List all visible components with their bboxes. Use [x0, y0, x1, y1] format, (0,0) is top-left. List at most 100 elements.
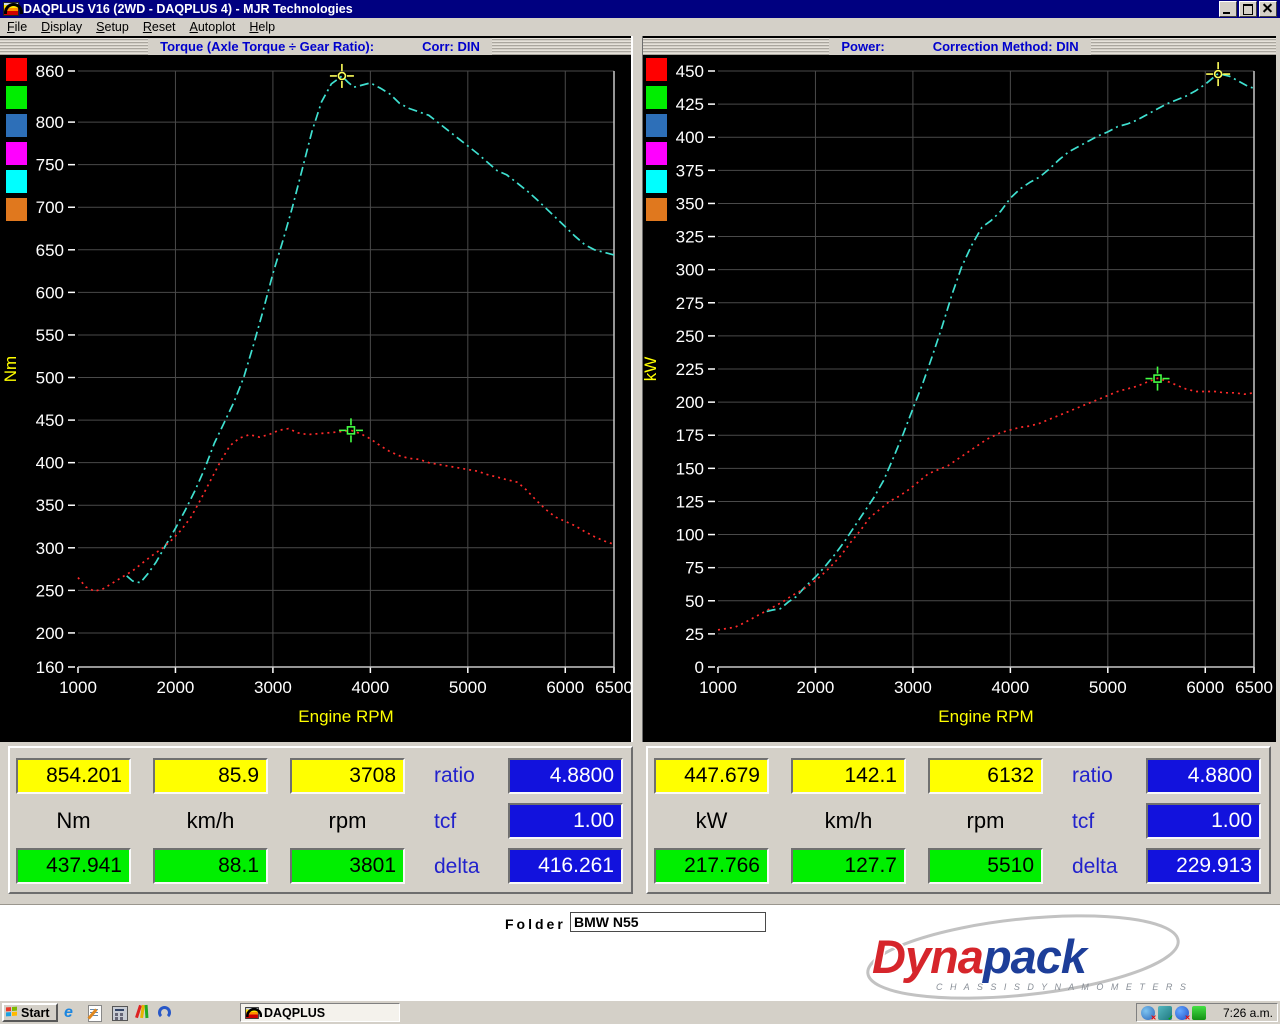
legend-swatch-5: [6, 198, 27, 221]
y-tick-label: 350: [36, 496, 64, 515]
taskbar: Start e DAQPLUS ✕ ✓ ✕ 7:26 a.m.: [0, 1000, 1280, 1024]
torque-chart-panel: 8608007507006506005505004504003503002502…: [0, 36, 640, 742]
menu-autoplot[interactable]: Autoplot: [183, 19, 243, 35]
menu-reset[interactable]: Reset: [136, 19, 183, 35]
torque-readout-panel: 854.201 85.9 3708 Nm km/h rpm 437.941 88…: [8, 746, 633, 894]
y-tick-label: 175: [676, 426, 704, 445]
peak-speed-value: 142.1: [791, 758, 906, 794]
x-tick-label: 6000: [546, 678, 584, 697]
y-tick-label: 160: [36, 658, 64, 677]
updates-icon[interactable]: ✓: [1158, 1006, 1172, 1020]
internet-explorer-icon[interactable]: e: [64, 1004, 81, 1021]
logo-word2: pack: [981, 930, 1090, 983]
y-tick-label: 125: [676, 492, 704, 511]
tcf-label: tcf: [1072, 810, 1094, 834]
y-tick-label: 300: [36, 539, 64, 558]
readout-region: 854.201 85.9 3708 Nm km/h rpm 437.941 88…: [0, 742, 1280, 904]
logo-subtitle: C H A S S I S D Y N A M O M E T E R S: [936, 982, 1188, 992]
x-tick-label: 2000: [157, 678, 195, 697]
menu-file[interactable]: File: [0, 19, 34, 35]
ratio-value: 4.8800: [1146, 758, 1261, 794]
y-tick-label: 250: [676, 327, 704, 346]
x-tick-label: 4000: [351, 678, 389, 697]
cursor-speed-value: 127.7: [791, 848, 906, 884]
tcf-value: 1.00: [1146, 803, 1261, 839]
messenger-icon[interactable]: ✕: [1175, 1006, 1189, 1020]
x-tick-label: 6500: [1235, 678, 1273, 697]
y-tick-label: 750: [36, 156, 64, 175]
network-adapter-icon[interactable]: [1192, 1006, 1206, 1020]
legend-swatch-1: [6, 86, 27, 109]
power-unit-label: kW: [654, 808, 769, 842]
sync-icon[interactable]: [158, 1006, 175, 1023]
x-tick-label: 5000: [1089, 678, 1127, 697]
x-tick-label: 3000: [254, 678, 292, 697]
y-tick-label: 800: [36, 113, 64, 132]
x-tick-label: 6000: [1186, 678, 1224, 697]
peak-rpm-value: 3708: [290, 758, 405, 794]
menu-display[interactable]: Display: [34, 19, 89, 35]
daqplus-icon: [245, 1007, 259, 1019]
y-tick-label: 500: [36, 369, 64, 388]
menu-bar: File Display Setup Reset Autoplot Help: [0, 18, 1280, 37]
x-tick-label: 5000: [449, 678, 487, 697]
delta-label: delta: [434, 855, 480, 879]
task-label: DAQPLUS: [264, 1006, 325, 1020]
tcf-value: 1.00: [508, 803, 623, 839]
y-tick-label: 450: [36, 411, 64, 430]
pens-icon[interactable]: [134, 1004, 151, 1021]
power-chart-header: Power: Correction Method: DIN: [640, 38, 1280, 55]
window-title: DAQPLUS V16 (2WD - DAQPLUS 4) - MJR Tech…: [23, 2, 353, 16]
legend-swatch-3: [646, 142, 667, 165]
legend-swatch-0: [6, 58, 27, 81]
y-tick-label: 50: [685, 592, 704, 611]
taskbar-clock: 7:26 a.m.: [1223, 1006, 1273, 1020]
y-axis-title: kW: [641, 357, 660, 382]
y-tick-label: 700: [36, 198, 64, 217]
window-edge: [1276, 36, 1280, 742]
cursor-speed-value: 88.1: [153, 848, 268, 884]
system-tray: ✕ ✓ ✕ 7:26 a.m.: [1136, 1003, 1278, 1022]
cursor-core: [347, 427, 354, 434]
torque-chart[interactable]: 8608007507006506005505004504003503002502…: [0, 36, 640, 742]
panel-divider: [631, 36, 643, 742]
torque-run-red-curve: [78, 429, 614, 592]
minimize-button[interactable]: [1219, 1, 1237, 17]
y-tick-label: 100: [676, 526, 704, 545]
ratio-label: ratio: [434, 764, 475, 788]
menu-setup[interactable]: Setup: [89, 19, 136, 35]
legend-swatch-5: [646, 198, 667, 221]
restore-button[interactable]: [1239, 1, 1257, 17]
daqplus-task-button[interactable]: DAQPLUS: [240, 1003, 400, 1022]
app-icon: [3, 2, 19, 16]
torque-chart-title: Torque (Axle Torque ÷ Gear Ratio):: [160, 39, 374, 54]
y-axis-title: Nm: [1, 356, 20, 382]
power-correction-label: Correction Method: DIN: [933, 39, 1079, 54]
cursor-rpm-value: 3801: [290, 848, 405, 884]
menu-help[interactable]: Help: [242, 19, 282, 35]
power-chart-title: Power:: [841, 39, 884, 54]
y-tick-label: 225: [676, 360, 704, 379]
cursor-torque-value: 437.941: [16, 848, 131, 884]
close-button[interactable]: [1259, 1, 1277, 17]
delta-value: 416.261: [508, 848, 623, 884]
y-tick-label: 400: [676, 128, 704, 147]
x-tick-label: 1000: [59, 678, 97, 697]
y-tick-label: 425: [676, 95, 704, 114]
torque-run-red-cursor-marker[interactable]: [339, 418, 363, 442]
title-bar: DAQPLUS V16 (2WD - DAQPLUS 4) - MJR Tech…: [0, 0, 1280, 18]
network-status-icon[interactable]: ✕: [1141, 1006, 1155, 1020]
x-axis-title: Engine RPM: [298, 707, 393, 726]
y-tick-label: 860: [36, 62, 64, 81]
power-chart[interactable]: 4504254003753503253002752502252001751501…: [640, 36, 1280, 742]
folder-input[interactable]: [570, 912, 766, 932]
speed-unit-label: km/h: [153, 808, 268, 842]
calculator-icon[interactable]: [112, 1006, 129, 1023]
y-tick-label: 250: [36, 581, 64, 600]
legend-swatch-2: [646, 114, 667, 137]
cursor-power-value: 217.766: [654, 848, 769, 884]
document-icon[interactable]: [88, 1005, 105, 1022]
start-button[interactable]: Start: [2, 1003, 58, 1022]
y-tick-label: 25: [685, 625, 704, 644]
power-chart-panel: 4504254003753503253002752502252001751501…: [640, 36, 1280, 742]
